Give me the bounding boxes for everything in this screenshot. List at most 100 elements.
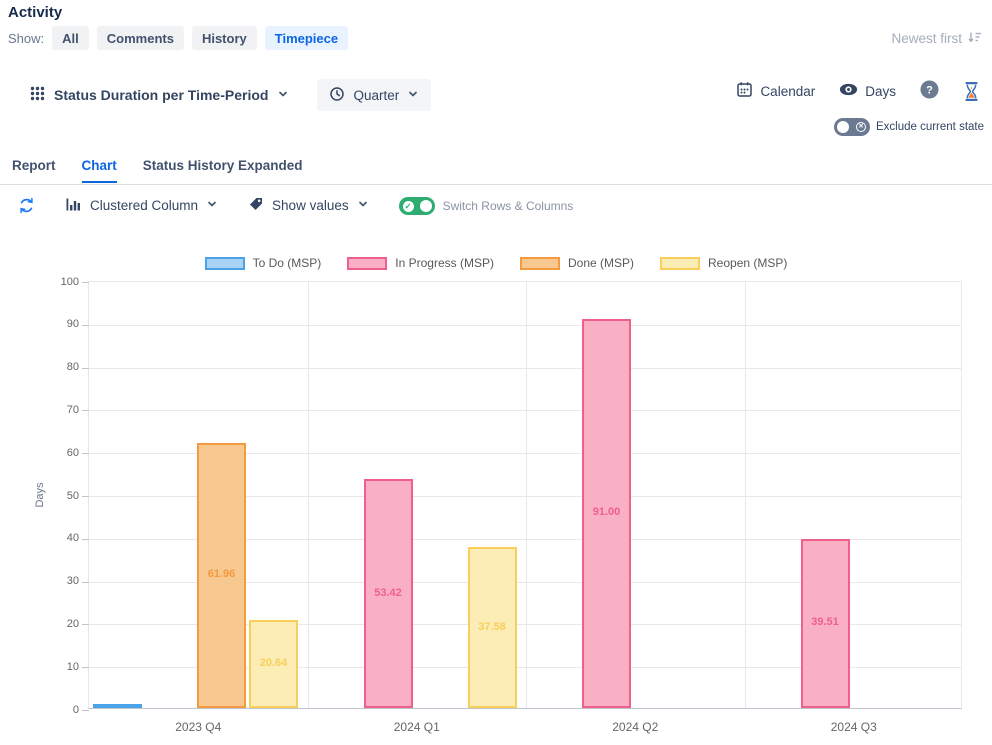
chart-plot: 01020304050607080901002023 Q42024 Q12024… (88, 281, 962, 709)
bar-value-label: 91.00 (584, 506, 629, 518)
show-values-label: Show values (272, 198, 349, 213)
sort-order-label: Newest first (891, 31, 962, 46)
filter-history-button[interactable]: History (192, 26, 257, 50)
chart-bar-reopen-msp-2024-q1[interactable]: 37.58 (468, 547, 517, 708)
view-tabs: Report Chart Status History Expanded (12, 158, 303, 183)
y-axis-tick-label: 40 (43, 532, 79, 544)
gridline-horizontal (89, 368, 961, 369)
bar-value-label: 53.42 (366, 587, 411, 599)
gridline-vertical (308, 282, 309, 708)
y-axis-tick (82, 710, 89, 711)
chart-area: To Do (MSP) In Progress (MSP) Done (MSP) Re… (0, 250, 992, 745)
legend-item-to-do-msp[interactable]: To Do (MSP) (205, 256, 322, 270)
activity-filter-bar: Show: All Comments History Timepiece (8, 26, 348, 50)
y-axis-tick (82, 539, 89, 540)
chart-bar-in-progress-msp-2024-q1[interactable]: 53.42 (364, 479, 413, 708)
y-axis-tick-label: 70 (43, 404, 79, 416)
y-axis-tick (82, 624, 89, 625)
x-axis-category-label: 2024 Q2 (526, 720, 745, 734)
chevron-down-icon (357, 198, 369, 213)
calendar-label: Calendar (760, 84, 815, 99)
show-label: Show: (8, 31, 44, 46)
x-axis-category-label: 2024 Q1 (308, 720, 527, 734)
legend-swatch-icon (520, 257, 560, 270)
y-axis-tick-label: 80 (43, 361, 79, 373)
legend-label: In Progress (MSP) (395, 256, 494, 270)
chart-type-label: Clustered Column (90, 198, 198, 213)
y-axis-tick-label: 30 (43, 575, 79, 587)
report-toolbar: Status Duration per Time-Period Quarter (30, 78, 431, 112)
legend-item-done-msp[interactable]: Done (MSP) (520, 256, 634, 270)
refresh-button[interactable] (18, 197, 35, 214)
chevron-down-icon (407, 88, 419, 103)
period-selector[interactable]: Quarter (317, 79, 431, 111)
gridline-vertical (745, 282, 746, 708)
grid-icon (30, 86, 45, 104)
help-button[interactable]: ? (920, 80, 939, 102)
y-axis-tick-label: 20 (43, 618, 79, 630)
clock-icon (329, 86, 345, 105)
filter-timepiece-button[interactable]: Timepiece (265, 26, 348, 50)
chevron-down-icon (277, 88, 289, 103)
bar-value-label: 20.64 (251, 657, 296, 669)
chart-bar-reopen-msp-2023-q4[interactable]: 20.64 (249, 620, 298, 708)
legend-swatch-icon (205, 257, 245, 270)
legend-item-in-progress-msp[interactable]: In Progress (MSP) (347, 256, 494, 270)
toggle-cross-icon: ✕ (856, 122, 866, 132)
x-axis-category-label: 2024 Q3 (745, 720, 964, 734)
exclude-current-state-control: ✕ Exclude current state (834, 118, 984, 136)
filter-comments-button[interactable]: Comments (97, 26, 184, 50)
chart-legend: To Do (MSP) In Progress (MSP) Done (MSP) Re… (0, 256, 992, 270)
tab-status-history-expanded[interactable]: Status History Expanded (143, 158, 303, 183)
y-axis-tick-label: 50 (43, 490, 79, 502)
tag-icon (248, 196, 264, 215)
legend-label: Reopen (MSP) (708, 256, 787, 270)
timepiece-hourglass-logo-icon (963, 81, 980, 102)
page-title: Activity (8, 4, 62, 21)
calendar-button[interactable]: Calendar (736, 81, 815, 101)
y-axis-tick (82, 582, 89, 583)
legend-label: To Do (MSP) (253, 256, 322, 270)
svg-text:?: ? (926, 84, 933, 96)
legend-label: Done (MSP) (568, 256, 634, 270)
unit-days-button[interactable]: Days (839, 83, 896, 99)
switch-rows-columns-toggle[interactable]: ✓ (399, 197, 435, 215)
toggle-knob (837, 121, 849, 133)
gridline-horizontal (89, 325, 961, 326)
chart-type-selector[interactable]: Clustered Column (65, 197, 218, 215)
y-axis-tick (82, 325, 89, 326)
y-axis-tick (82, 496, 89, 497)
y-axis-tick (82, 368, 89, 369)
toggle-knob (420, 200, 432, 212)
days-label: Days (865, 84, 896, 99)
filter-all-button[interactable]: All (52, 26, 89, 50)
x-axis-category-label: 2023 Q4 (89, 720, 308, 734)
exclude-current-state-toggle[interactable]: ✕ (834, 118, 870, 136)
bar-value-label: 61.96 (199, 568, 244, 580)
gridline-horizontal (89, 410, 961, 411)
chart-bar-to-do-msp-2023-q4[interactable] (93, 704, 142, 708)
sort-order-control[interactable]: Newest first (891, 30, 982, 47)
chart-bar-in-progress-msp-2024-q2[interactable]: 91.00 (582, 319, 631, 708)
sort-descending-icon (967, 30, 982, 47)
chart-bar-in-progress-msp-2024-q3[interactable]: 39.51 (801, 539, 850, 708)
toolbar-right-group: Calendar Days ? (736, 80, 980, 102)
y-axis-tick (82, 410, 89, 411)
report-type-selector[interactable]: Status Duration per Time-Period (30, 86, 289, 104)
exclude-current-state-label: Exclude current state (876, 121, 984, 133)
switch-rows-columns-label: Switch Rows & Columns (443, 199, 574, 213)
tab-report[interactable]: Report (12, 158, 56, 183)
show-values-selector[interactable]: Show values (248, 196, 369, 215)
y-axis-tick-label: 100 (43, 276, 79, 288)
question-mark-icon: ? (920, 80, 939, 102)
bar-value-label: 37.58 (470, 621, 515, 633)
y-axis-tick-label: 0 (43, 704, 79, 716)
legend-swatch-icon (660, 257, 700, 270)
tabs-divider (0, 184, 992, 185)
tab-chart[interactable]: Chart (82, 158, 117, 183)
y-axis-tick-label: 10 (43, 661, 79, 673)
chart-bar-done-msp-2023-q4[interactable]: 61.96 (197, 443, 246, 708)
toggle-check-icon: ✓ (403, 201, 414, 212)
bar-value-label: 39.51 (803, 616, 848, 628)
legend-item-reopen-msp[interactable]: Reopen (MSP) (660, 256, 787, 270)
